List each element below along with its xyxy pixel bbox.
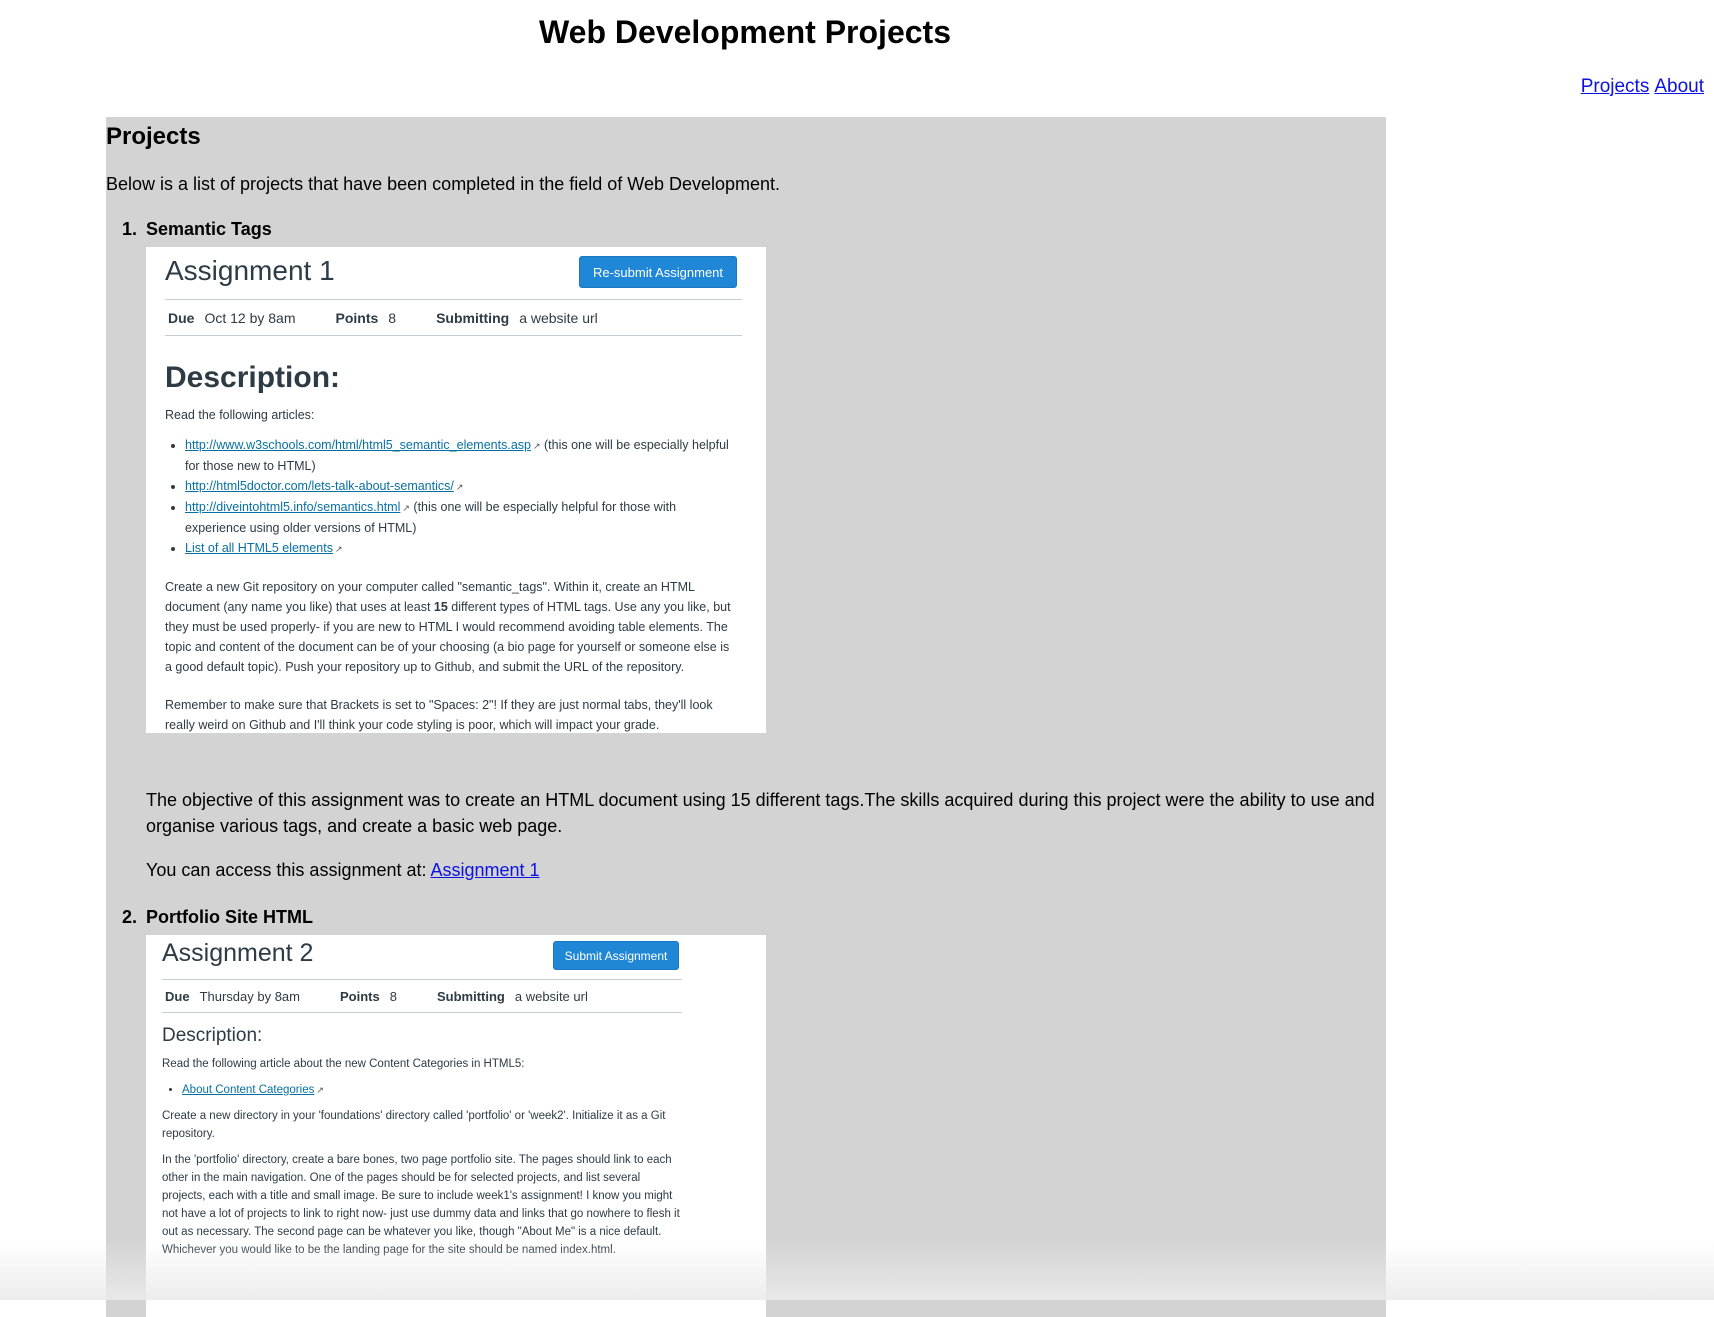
list-item: List of all HTML5 elements↗	[185, 538, 735, 559]
project-objective: The objective of this assignment was to …	[146, 790, 1375, 836]
external-link-icon: ↗	[402, 503, 410, 513]
section-heading: Projects	[106, 123, 201, 150]
section-intro: Below is a list of projects that have be…	[106, 174, 781, 194]
projects-section: Projects Below is a list of projects tha…	[106, 117, 1386, 1317]
due-value: Oct 12 by 8am	[204, 309, 296, 326]
access-text: You can access this assignment at:	[146, 860, 431, 880]
read-line: Read the following articles:	[165, 408, 315, 422]
resubmit-assignment-button: Re-submit Assignment	[579, 256, 737, 288]
description-heading: Description:	[165, 361, 341, 394]
assignment-meta: Due Thursday by 8am Points 8 Submitting …	[162, 979, 682, 1013]
due-label: Due	[168, 309, 195, 326]
submit-assignment-button: Submit Assignment	[553, 941, 679, 970]
external-link-icon: ↗	[455, 482, 464, 492]
instructions-paragraph: Create a new Git repository on your comp…	[165, 577, 735, 677]
assignment-title: Assignment 2	[162, 939, 314, 967]
due-value: Thursday by 8am	[199, 988, 300, 1004]
project-title: 2. Portfolio Site HTML	[122, 907, 313, 928]
article-links: http://www.w3schools.com/html/html5_sema…	[165, 435, 735, 559]
bottom-shade	[0, 1240, 1714, 1300]
project-title-text: Semantic Tags	[146, 219, 272, 239]
nav-link-projects[interactable]: Projects	[1581, 76, 1650, 98]
article-link[interactable]: http://www.w3schools.com/html/html5_sema…	[185, 438, 531, 452]
article-link[interactable]: List of all HTML5 elements	[185, 541, 333, 555]
points-value: 8	[388, 309, 397, 326]
nav-link-about[interactable]: About	[1654, 76, 1704, 98]
submitting-value: a website url	[519, 309, 598, 326]
project-title: 1. Semantic Tags	[122, 219, 272, 240]
points-label: Points	[335, 309, 379, 326]
assignment-link[interactable]: Assignment 1	[431, 860, 540, 880]
submitting-value: a website url	[514, 988, 588, 1004]
instructions-paragraph: Create a new directory in your 'foundati…	[162, 1110, 666, 1140]
top-nav: Projects About	[1581, 76, 1704, 98]
article-link[interactable]: http://diveintohtml5.info/semantics.html	[185, 500, 400, 514]
article-links: About Content Categories↗	[162, 1081, 682, 1099]
project-number: 2.	[122, 907, 138, 927]
project-title-text: Portfolio Site HTML	[146, 907, 313, 927]
external-link-icon: ↗	[316, 1085, 324, 1095]
project-access-line: You can access this assignment at: Assig…	[146, 857, 1386, 883]
reminder-paragraph: Remember to make sure that Brackets is s…	[165, 698, 713, 732]
external-link-icon: ↗	[532, 441, 541, 451]
description-heading: Description:	[162, 1025, 263, 1046]
instructions-bold: 15	[433, 600, 448, 614]
points-value: 8	[389, 988, 397, 1004]
points-label: Points	[340, 988, 380, 1004]
read-line: Read the following article about the new…	[162, 1058, 525, 1070]
assignment-meta: Due Oct 12 by 8am Points 8 Submitting a …	[165, 299, 742, 336]
due-label: Due	[165, 988, 190, 1004]
site-title: Web Development Projects	[539, 14, 951, 50]
list-item: http://diveintohtml5.info/semantics.html…	[185, 497, 735, 538]
submitting-label: Submitting	[436, 309, 510, 326]
submitting-label: Submitting	[436, 988, 505, 1004]
article-link[interactable]: About Content Categories	[182, 1084, 314, 1096]
assignment-screenshot: Assignment 1 Re-submit Assignment Due Oc…	[146, 247, 766, 733]
assignment-title: Assignment 1	[165, 255, 335, 286]
list-item: http://www.w3schools.com/html/html5_sema…	[185, 435, 735, 476]
external-link-icon: ↗	[334, 544, 343, 554]
list-item: About Content Categories↗	[182, 1081, 682, 1099]
project-number: 1.	[122, 219, 138, 239]
article-link[interactable]: http://html5doctor.com/lets-talk-about-s…	[185, 479, 454, 493]
list-item: http://html5doctor.com/lets-talk-about-s…	[185, 476, 735, 497]
